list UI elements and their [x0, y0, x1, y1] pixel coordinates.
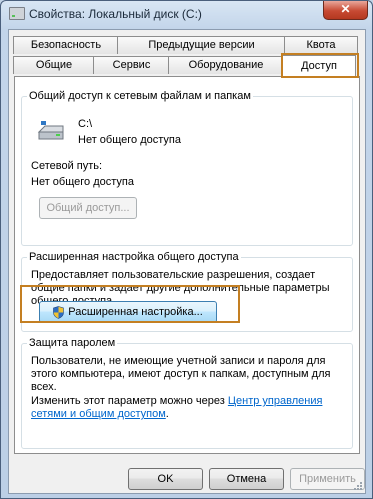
network-sharing-title: Общий доступ к сетевым файлам и папкам	[27, 90, 253, 102]
network-path-value: Нет общего доступа	[31, 176, 134, 188]
tab-previous-versions[interactable]: Предыдущие версии	[117, 36, 286, 54]
drive-name: C:\	[78, 118, 93, 130]
tab-quota[interactable]: Квота	[284, 36, 358, 54]
title-bar[interactable]: Свойства: Локальный диск (C:) ✕	[1, 1, 372, 27]
advanced-sharing-title: Расширенная настройка общего доступа	[27, 251, 241, 263]
drive-window-icon	[9, 7, 25, 20]
window-title: Свойства: Локальный диск (C:)	[29, 7, 202, 21]
password-change-prefix: Изменить этот параметр можно через	[31, 395, 225, 407]
network-center-link-part1[interactable]: Центр управления	[228, 395, 323, 407]
share-button[interactable]: Общий доступ...	[39, 197, 137, 219]
sharing-tab-highlight	[281, 53, 359, 78]
advanced-button-highlight	[20, 285, 240, 323]
password-protection-title: Защита паролем	[27, 337, 118, 349]
password-change-suffix: .	[165, 408, 169, 420]
cancel-button[interactable]: Отмена	[209, 468, 284, 490]
sharing-tab-panel: Общий доступ к сетевым файлам и папкам C…	[14, 76, 360, 454]
drive-share-status: Нет общего доступа	[78, 134, 181, 146]
password-protection-description: Пользователи, не имеющие учетной записи …	[31, 355, 331, 393]
tab-security[interactable]: Безопасность	[13, 36, 119, 54]
network-path-label: Сетевой путь:	[31, 160, 103, 172]
tab-general[interactable]: Общие	[13, 56, 95, 74]
resize-grip-icon[interactable]	[353, 481, 363, 491]
close-button[interactable]: ✕	[323, 1, 368, 20]
network-center-link-part2[interactable]: сетями и общим доступом	[31, 408, 166, 420]
local-drive-icon	[37, 121, 64, 140]
tab-tools[interactable]: Сервис	[93, 56, 170, 74]
password-change-text: Изменить этот параметр можно через Центр…	[31, 395, 349, 421]
ok-button[interactable]: OK	[128, 468, 203, 490]
properties-window: Свойства: Локальный диск (C:) ✕ Безопасн…	[0, 0, 373, 499]
tab-hardware[interactable]: Оборудование	[168, 56, 284, 74]
dialog-client-area: Безопасность Предыдущие версии Квота Общ…	[8, 29, 366, 494]
